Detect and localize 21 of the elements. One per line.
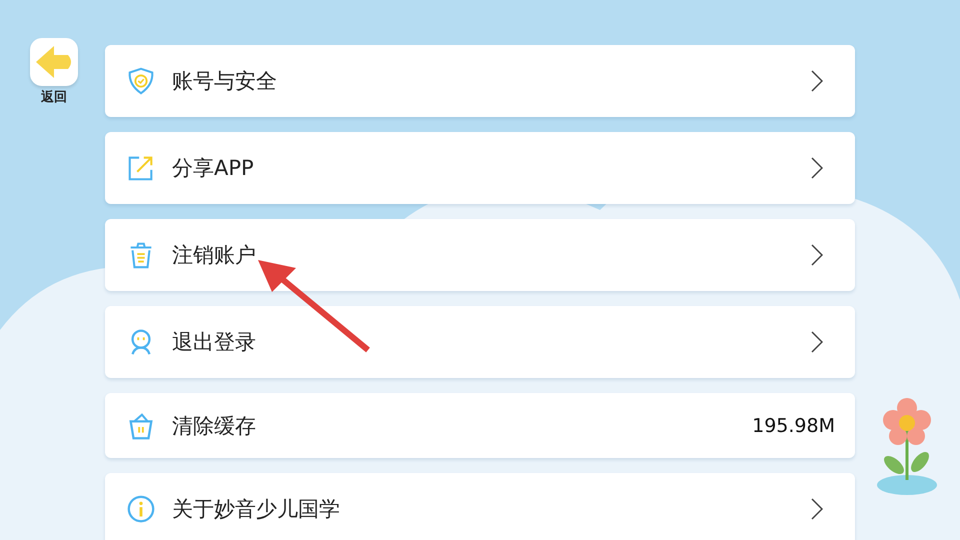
shield-icon bbox=[126, 66, 156, 96]
row-label: 清除缓存 bbox=[172, 412, 257, 440]
row-label: 分享APP bbox=[172, 155, 255, 182]
row-label: 账号与安全 bbox=[172, 68, 278, 95]
chevron-right-icon bbox=[811, 331, 823, 353]
row-label: 关于妙音少儿国学 bbox=[172, 496, 341, 523]
settings-row[interactable]: 退出登录 bbox=[105, 306, 855, 378]
back-button[interactable]: 返回 bbox=[30, 38, 78, 106]
settings-row[interactable]: 分享APP bbox=[105, 132, 855, 204]
settings-row[interactable]: 账号与安全 bbox=[105, 45, 855, 117]
chevron-right-icon bbox=[811, 157, 823, 179]
cache-size-value: 195.98M bbox=[752, 414, 835, 436]
settings-row[interactable]: 关于妙音少儿国学 bbox=[105, 473, 855, 540]
chevron-right-icon bbox=[811, 244, 823, 266]
info-icon bbox=[126, 494, 156, 524]
settings-row[interactable]: 清除缓存 195.98M bbox=[105, 393, 855, 458]
row-label: 退出登录 bbox=[172, 329, 257, 356]
chevron-right-icon bbox=[811, 70, 823, 92]
chevron-right-icon bbox=[811, 498, 823, 520]
row-label: 注销账户 bbox=[172, 242, 257, 269]
settings-row[interactable]: 注销账户 bbox=[105, 219, 855, 291]
